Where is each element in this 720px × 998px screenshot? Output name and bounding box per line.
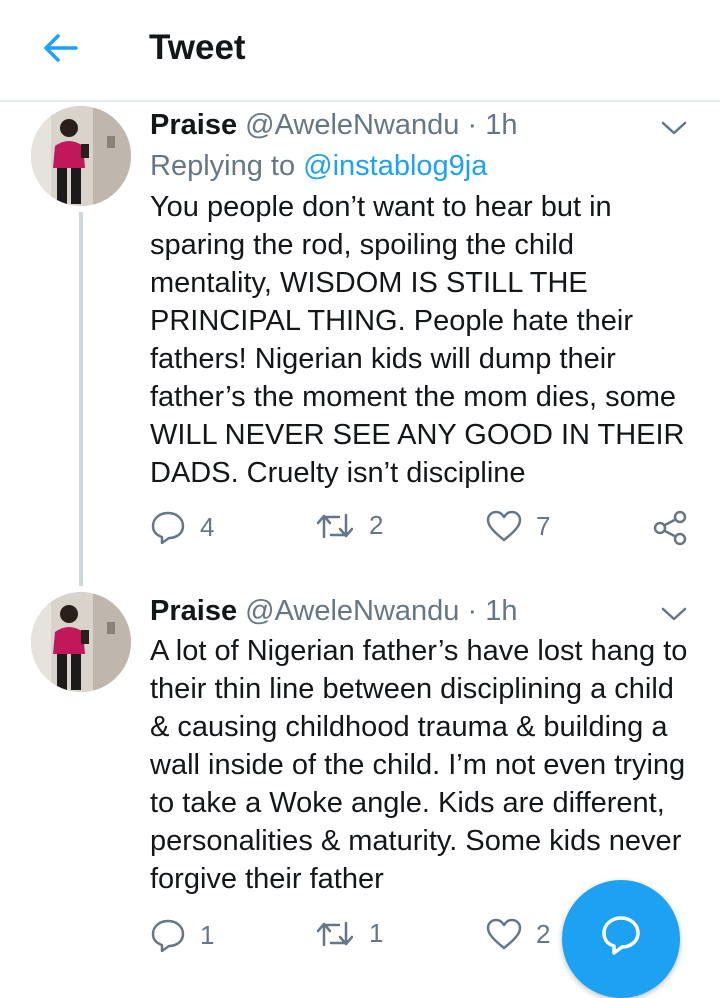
reply-button[interactable]: 4: [150, 510, 214, 544]
like-button[interactable]: 7: [486, 510, 550, 542]
separator-dot: ·: [467, 595, 478, 627]
page-title: Tweet: [149, 28, 246, 67]
reply-count: 1: [200, 919, 215, 950]
back-button[interactable]: [40, 28, 80, 68]
display-name[interactable]: Praise: [150, 109, 237, 141]
top-app-bar: Tweet: [0, 0, 720, 102]
separator-dot: ·: [467, 109, 478, 141]
tweet-text: A lot of Nigerian father’s have lost han…: [150, 635, 688, 895]
like-count: 7: [536, 510, 551, 541]
retweet-icon: [316, 513, 354, 538]
avatar[interactable]: [31, 106, 131, 206]
timestamp: 1h: [485, 595, 518, 627]
avatar[interactable]: [31, 592, 131, 692]
tweet-text: You people don’t want to hear but in spa…: [150, 191, 685, 489]
compose-button[interactable]: [562, 880, 680, 998]
like-button[interactable]: 2: [486, 918, 550, 950]
thread-line: [79, 212, 83, 586]
timestamp: 1h: [485, 109, 518, 141]
reply-count: 4: [200, 511, 215, 542]
retweet-count: 2: [369, 510, 384, 540]
retweet-button[interactable]: 1: [315, 918, 383, 949]
heart-icon: [486, 510, 522, 542]
reply-icon: [151, 919, 185, 952]
tweet-actions: 4 2 7: [150, 510, 695, 550]
chevron-down-icon: [661, 607, 687, 621]
reply-icon: [151, 511, 185, 544]
tweet-header: Praise @AweleNwandu · 1h: [150, 108, 518, 142]
compose-icon: [602, 916, 640, 955]
user-handle[interactable]: @AweleNwandu: [245, 595, 459, 627]
share-button[interactable]: [652, 510, 688, 546]
tweet-header: Praise @AweleNwandu · 1h: [150, 594, 518, 628]
replying-to-label: Replying to: [150, 150, 296, 182]
mention-link[interactable]: @instablog9ja: [303, 150, 487, 182]
heart-icon: [486, 918, 522, 950]
retweet-button[interactable]: 2: [315, 510, 383, 541]
retweet-icon: [316, 921, 354, 946]
display-name[interactable]: Praise: [150, 595, 237, 627]
arrow-left-icon: [44, 34, 78, 62]
like-count: 2: [536, 918, 551, 949]
tweet-menu-button[interactable]: [660, 118, 688, 138]
share-icon: [653, 510, 687, 546]
replying-to: Replying to @instablog9ja: [150, 149, 487, 183]
retweet-count: 1: [369, 918, 384, 948]
reply-button[interactable]: 1: [150, 918, 214, 952]
user-handle[interactable]: @AweleNwandu: [245, 109, 459, 141]
tweet-1[interactable]: Praise @AweleNwandu · 1h Replying to @in…: [0, 106, 720, 586]
tweet-menu-button[interactable]: [660, 604, 688, 624]
chevron-down-icon: [661, 121, 687, 135]
